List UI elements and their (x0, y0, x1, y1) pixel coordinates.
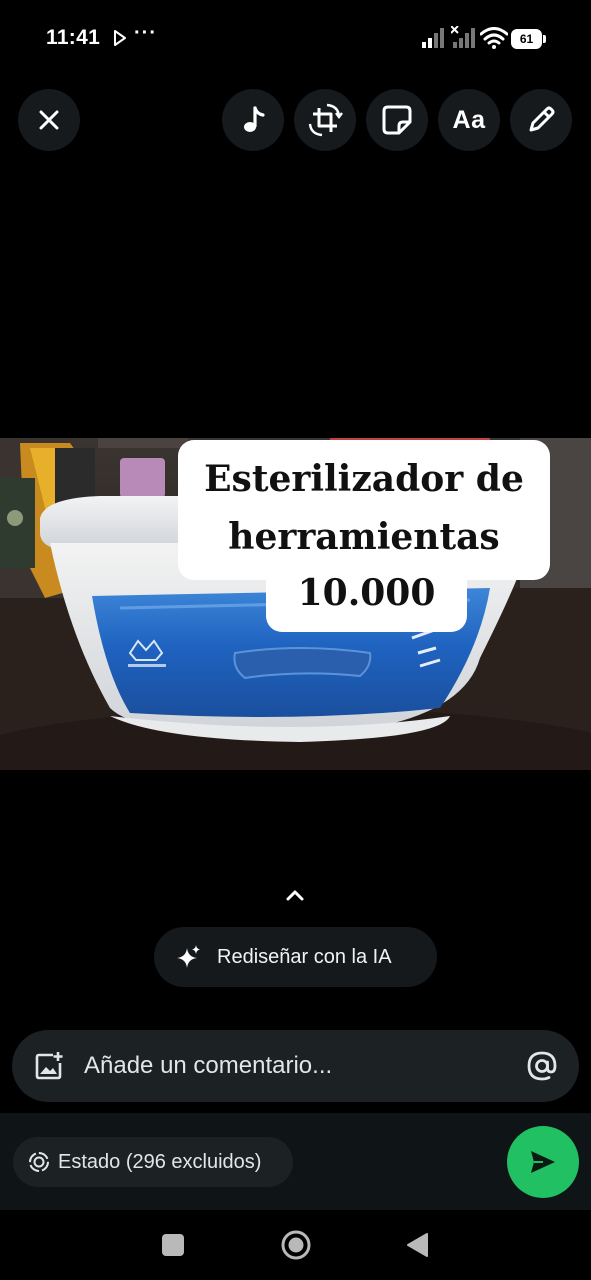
text-tool-button[interactable]: Aa (438, 89, 500, 151)
signal-no-service-icon (451, 26, 475, 48)
sticker-icon (382, 105, 412, 135)
close-button[interactable] (18, 89, 80, 151)
mention-icon[interactable] (526, 1050, 558, 1082)
status-ring-icon (29, 1152, 49, 1172)
crop-rotate-icon (308, 103, 343, 137)
status-photo[interactable]: Esterilizador de herramientas 10.000 (0, 438, 591, 770)
caption-line-2: herramientas (228, 516, 500, 558)
play-indicator-icon (114, 30, 126, 46)
chevron-up-icon[interactable] (282, 884, 308, 906)
caption-line-1: Esterilizador de (204, 458, 524, 500)
home-icon[interactable] (279, 1228, 313, 1262)
caption-line-3: 10.000 (297, 572, 436, 614)
ai-redesign-label: Rediseñar con la IA (217, 945, 392, 968)
send-button[interactable] (507, 1126, 579, 1198)
comment-bar (12, 1030, 579, 1102)
ai-redesign-button[interactable]: Rediseñar con la IA (154, 927, 437, 987)
draw-button[interactable] (510, 89, 572, 151)
sparkle-icon (177, 945, 200, 968)
add-image-icon[interactable] (34, 1051, 64, 1081)
wifi-icon (480, 27, 508, 49)
battery-level: 61 (519, 32, 534, 46)
close-icon (39, 110, 59, 130)
more-notifications-icon: ··· (134, 22, 157, 44)
text-tool-label: Aa (452, 105, 486, 134)
pencil-icon (529, 106, 555, 132)
recents-icon[interactable] (162, 1234, 184, 1256)
audience-selector[interactable]: Estado (296 excluidos) (13, 1137, 293, 1187)
battery-icon: 61 (511, 29, 547, 49)
sticker-button[interactable] (366, 89, 428, 151)
audience-label: Estado (296 excluidos) (58, 1150, 262, 1173)
crop-rotate-button[interactable] (294, 89, 356, 151)
comment-input[interactable] (84, 1048, 504, 1084)
send-icon (531, 1151, 555, 1173)
music-button[interactable] (222, 89, 284, 151)
music-note-icon (244, 106, 265, 132)
signal-icon (422, 28, 444, 48)
status-time: 11:41 (46, 26, 101, 49)
back-icon[interactable] (405, 1232, 429, 1258)
